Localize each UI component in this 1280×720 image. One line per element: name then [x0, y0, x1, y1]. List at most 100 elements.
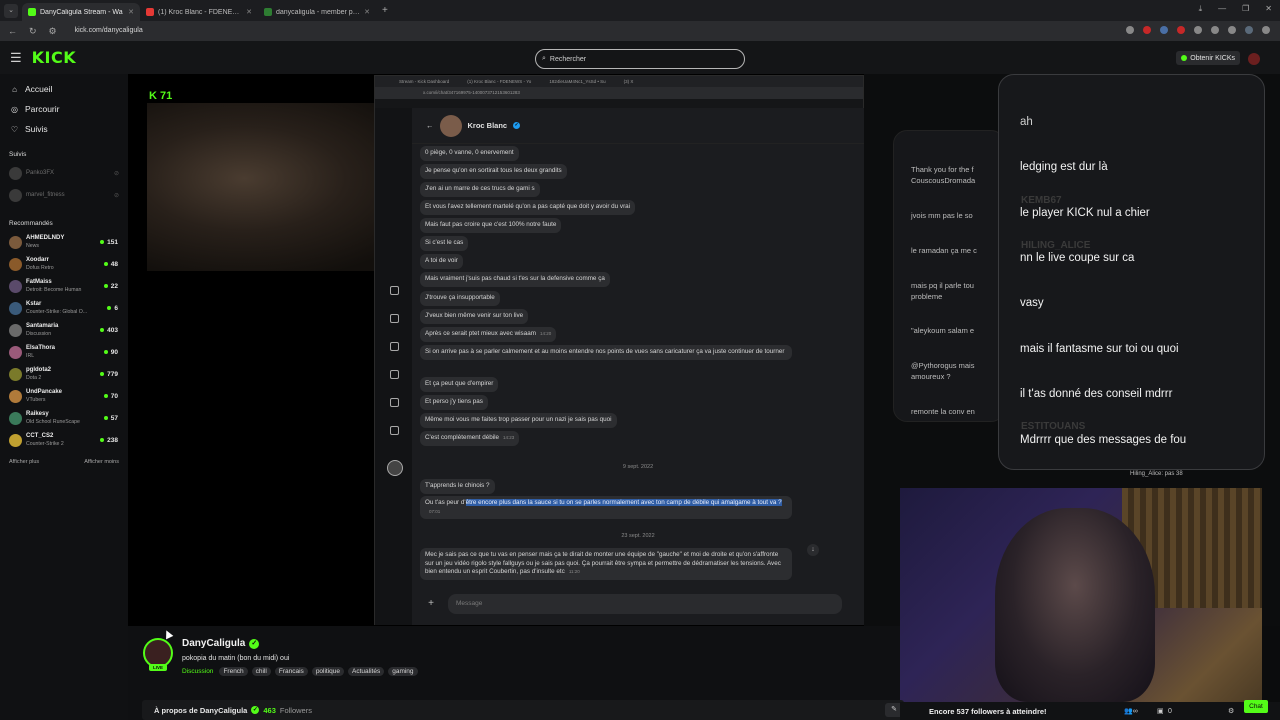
- channel-name: CCT_CS2: [26, 433, 54, 439]
- show-less-button[interactable]: Afficher moins: [84, 459, 119, 465]
- downloads-icon[interactable]: ⤓: [1199, 4, 1203, 14]
- user-avatar[interactable]: [1248, 53, 1260, 65]
- stream-tab: Stream - Kick Dashboard: [399, 79, 450, 84]
- browser-menu-icon[interactable]: [1262, 26, 1270, 34]
- dm-message: A toi de voir: [420, 254, 463, 269]
- minimize-icon[interactable]: —: [1218, 4, 1226, 14]
- download-icon[interactable]: [1228, 26, 1236, 34]
- new-tab-button[interactable]: +: [382, 5, 388, 16]
- message-time: 11:20: [568, 569, 580, 574]
- kick-watermark: K 71: [149, 90, 173, 102]
- message-text: Mais faut pas croire que c'est 100% notr…: [425, 221, 557, 228]
- sidebar-item-suivis[interactable]: ♡ Suivis: [0, 119, 128, 139]
- tab-search-button[interactable]: ⌄: [4, 3, 18, 18]
- recommended-channel[interactable]: FatMaiss Detroit: Become Human 22: [0, 275, 128, 297]
- show-more-button[interactable]: Afficher plus: [9, 459, 39, 465]
- tag-chip[interactable]: Francais: [274, 667, 308, 676]
- extension-icon[interactable]: [1160, 26, 1168, 34]
- verified-icon: [390, 286, 399, 295]
- highlighted-text: être encore plus dans la sauce si tu on …: [465, 499, 782, 506]
- channel-name: FatMaiss: [26, 279, 52, 285]
- dm-header: ← Kroc Blanc ✓: [412, 108, 864, 144]
- settings-icon[interactable]: ⚙: [1228, 707, 1234, 715]
- tag-chip[interactable]: French: [219, 667, 248, 676]
- url-field[interactable]: kick.com/danycaligula: [75, 24, 143, 38]
- watermark-number: 71: [160, 90, 173, 102]
- back-icon[interactable]: ←: [8, 26, 17, 36]
- tab-close-icon[interactable]: ✕: [128, 8, 134, 16]
- following-item[interactable]: marvel_fitness ⊘: [0, 184, 128, 206]
- tag-chip[interactable]: politique: [311, 667, 345, 676]
- bookmark-star-icon[interactable]: [1126, 26, 1134, 34]
- message-text: Mec je sais pas ce que tu vas en penser …: [425, 551, 781, 575]
- extension-icon[interactable]: [1143, 26, 1151, 34]
- viewer-count: 403: [100, 327, 118, 334]
- message-input: Message: [448, 594, 842, 614]
- recommended-channel[interactable]: Santamaria Discussion 403: [0, 319, 128, 341]
- search-input[interactable]: ⌕ Rechercher: [535, 49, 745, 69]
- site-info-icon[interactable]: ⚙: [49, 26, 57, 37]
- back-icon: ←: [426, 121, 434, 130]
- avatar: [9, 166, 22, 180]
- tag-chip[interactable]: gaming: [388, 667, 418, 676]
- avatar: [9, 345, 22, 359]
- close-window-icon[interactable]: ✕: [1265, 4, 1272, 14]
- viewer-number: 6: [114, 304, 118, 312]
- avatar: [9, 257, 22, 271]
- recommended-channel[interactable]: Xoodarr Dofus Retro 48: [0, 253, 128, 275]
- tag-chip[interactable]: chill: [251, 667, 271, 676]
- profile-icon[interactable]: [1245, 26, 1253, 34]
- recommended-channel[interactable]: AHMEDLNDY News 151: [0, 231, 128, 253]
- get-kicks-button[interactable]: Obtenir KICKs: [1176, 51, 1240, 65]
- viewer-count: 90: [103, 349, 118, 356]
- ghost-username: HILING_ALICE: [1021, 240, 1091, 251]
- message-text: Même moi vous me faites trop passer pour…: [425, 416, 612, 423]
- dm-message: Si on arrive pas à se parler calmement e…: [420, 345, 792, 360]
- extension-icon[interactable]: [1177, 26, 1185, 34]
- reload-icon[interactable]: ↻: [29, 26, 37, 37]
- sidebar-item-parcourir[interactable]: ◎ Parcourir: [0, 99, 128, 119]
- message-text: Si c'est le cas: [425, 239, 464, 246]
- channel-category: Counter-Strike: Global O...: [26, 309, 88, 315]
- follower-goal-bar: Encore 537 followers à atteindre! 👥∞ ▣ 0…: [900, 702, 1280, 720]
- chat-button[interactable]: Chat: [1244, 700, 1268, 713]
- browser-tab-profile[interactable]: danycaligula - member profile ✕: [258, 3, 376, 21]
- kick-logo[interactable]: KICK: [32, 48, 77, 67]
- browser-tab-youtube[interactable]: (1) Kroc Blanc - FDENEWS - Yo ✕: [140, 3, 258, 21]
- dm-message: C'est complètement débile 14:23: [420, 431, 520, 446]
- stream-browser-tabs: Stream - Kick Dashboard (1) Kroc Blanc -…: [375, 76, 863, 87]
- extension-icon[interactable]: [1194, 26, 1202, 34]
- browser-tab-kick[interactable]: DanyCaligula Stream - Wa ✕: [22, 3, 140, 21]
- menu-icon[interactable]: ☰: [10, 50, 22, 66]
- viewer-number: 22: [110, 282, 118, 290]
- tab-close-icon[interactable]: ✕: [364, 8, 370, 16]
- tab-close-icon[interactable]: ✕: [246, 8, 252, 16]
- channel-name: marvel_fitness: [26, 192, 65, 198]
- about-bar: À propos de DanyCaligula ✓ 463 Followers: [142, 700, 904, 720]
- channel-name[interactable]: DanyCaligula: [182, 638, 245, 649]
- recommended-channel[interactable]: pgldota2 Dota 2 779: [0, 363, 128, 385]
- recommended-channel[interactable]: UndPancake VTubers 70: [0, 385, 128, 407]
- profile-favicon-icon: [264, 8, 272, 16]
- gift-icon[interactable]: ▣: [1157, 707, 1164, 715]
- get-kicks-label: Obtenir KICKs: [1190, 54, 1235, 62]
- recommended-channel[interactable]: Kstar Counter-Strike: Global O... 6: [0, 297, 128, 319]
- avatar: [9, 279, 22, 293]
- sidebar-item-accueil[interactable]: ⌂ Accueil: [0, 79, 128, 99]
- channel-category: Old School RuneScape: [26, 419, 80, 425]
- category-link[interactable]: Discussion: [182, 668, 213, 675]
- following-item[interactable]: Panko3FX ⊘: [0, 162, 128, 184]
- dm-message: Et ça peut que d'empirer: [420, 377, 499, 392]
- tag-chip[interactable]: Actualités: [348, 667, 385, 676]
- viewer-number: 70: [110, 392, 118, 400]
- recommended-channel[interactable]: ElsaThora IRL 90: [0, 341, 128, 363]
- recommended-channel[interactable]: CCT_CS2 Counter-Strike 2 238: [0, 429, 128, 451]
- maximize-icon[interactable]: ❐: [1242, 4, 1249, 14]
- message-time: 14:23: [503, 435, 515, 440]
- extensions-puzzle-icon[interactable]: [1211, 26, 1219, 34]
- dm-message: J'en ai un marre de ces trucs de gami s: [420, 182, 540, 197]
- kicks-icon: [1181, 55, 1188, 61]
- recommended-channel[interactable]: Raikesy Old School RuneScape 57: [0, 407, 128, 429]
- dm-message: Et vous l'avez tellement martelé qu'on a…: [420, 200, 636, 215]
- message-text: Après ce serait ptet mieux avec wisaam: [425, 330, 536, 337]
